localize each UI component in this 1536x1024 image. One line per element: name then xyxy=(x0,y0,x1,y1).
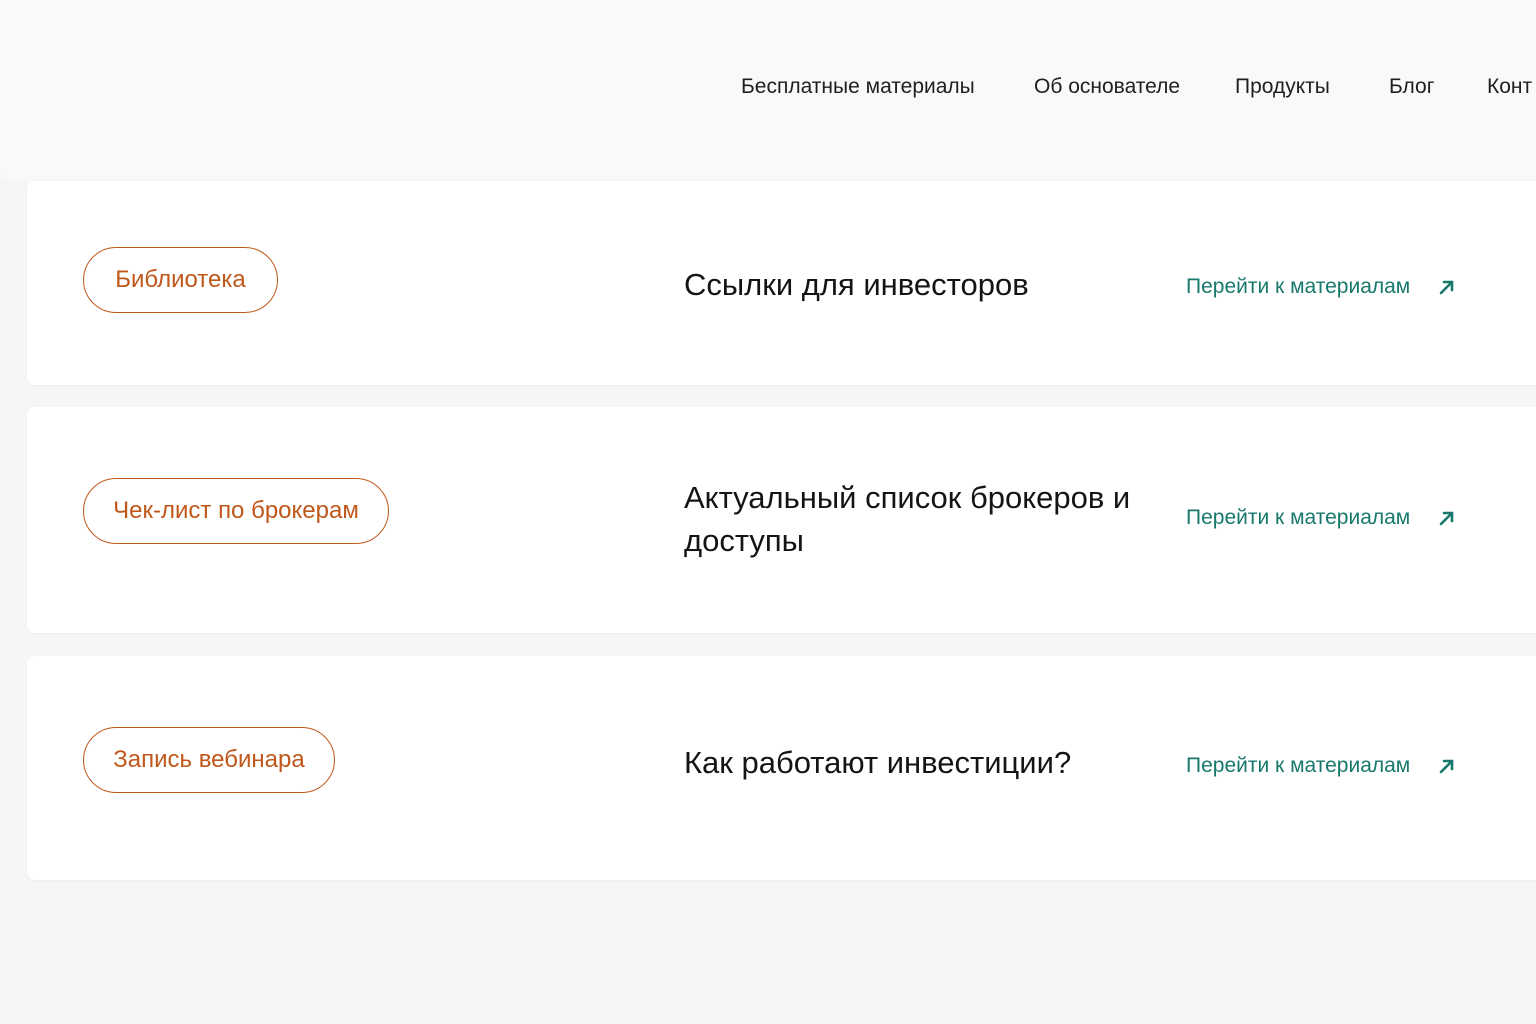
card-tag-broker-checklist[interactable]: Чек-лист по брокерам xyxy=(83,478,389,544)
card-title: Актуальный список брокеров и доступы xyxy=(684,480,1131,558)
nav-item-contacts[interactable]: Конт xyxy=(1487,74,1536,100)
link-label: Перейти к материалам xyxy=(1186,275,1411,298)
go-to-materials-link[interactable]: Перейти к материалам xyxy=(1186,753,1456,779)
go-to-materials-link[interactable]: Перейти к материалам xyxy=(1186,505,1456,531)
card-title: Как работают инвестиции? xyxy=(684,745,1072,780)
arrow-up-right-icon xyxy=(1439,280,1454,295)
card-tag-webinar-recording[interactable]: Запись вебинара xyxy=(83,727,335,793)
material-card: Чек-лист по брокерам Актуальный список б… xyxy=(27,407,1536,633)
site-header: Бесплатные материалы Об основателе Проду… xyxy=(0,0,1536,180)
material-card: Запись вебинара Как работают инвестиции?… xyxy=(27,656,1536,880)
nav-item-blog[interactable]: Блог xyxy=(1389,74,1434,100)
page: Бесплатные материалы Об основателе Проду… xyxy=(0,0,1536,1024)
link-label: Перейти к материалам xyxy=(1186,754,1411,777)
arrow-up-right-icon xyxy=(1439,511,1454,526)
nav-item-products[interactable]: Продукты xyxy=(1235,74,1330,100)
go-to-materials-link[interactable]: Перейти к материалам xyxy=(1186,274,1456,300)
link-label: Перейти к материалам xyxy=(1186,506,1411,529)
nav-item-about-founder[interactable]: Об основателе xyxy=(1034,74,1180,100)
card-title: Ссылки для инвесторов xyxy=(684,267,1029,302)
arrow-up-right-icon xyxy=(1439,759,1454,774)
card-tag-library[interactable]: Библиотека xyxy=(83,247,278,313)
material-card: Библиотека Ссылки для инвесторов Перейти… xyxy=(27,181,1536,385)
nav-item-free-materials[interactable]: Бесплатные материалы xyxy=(741,74,975,100)
